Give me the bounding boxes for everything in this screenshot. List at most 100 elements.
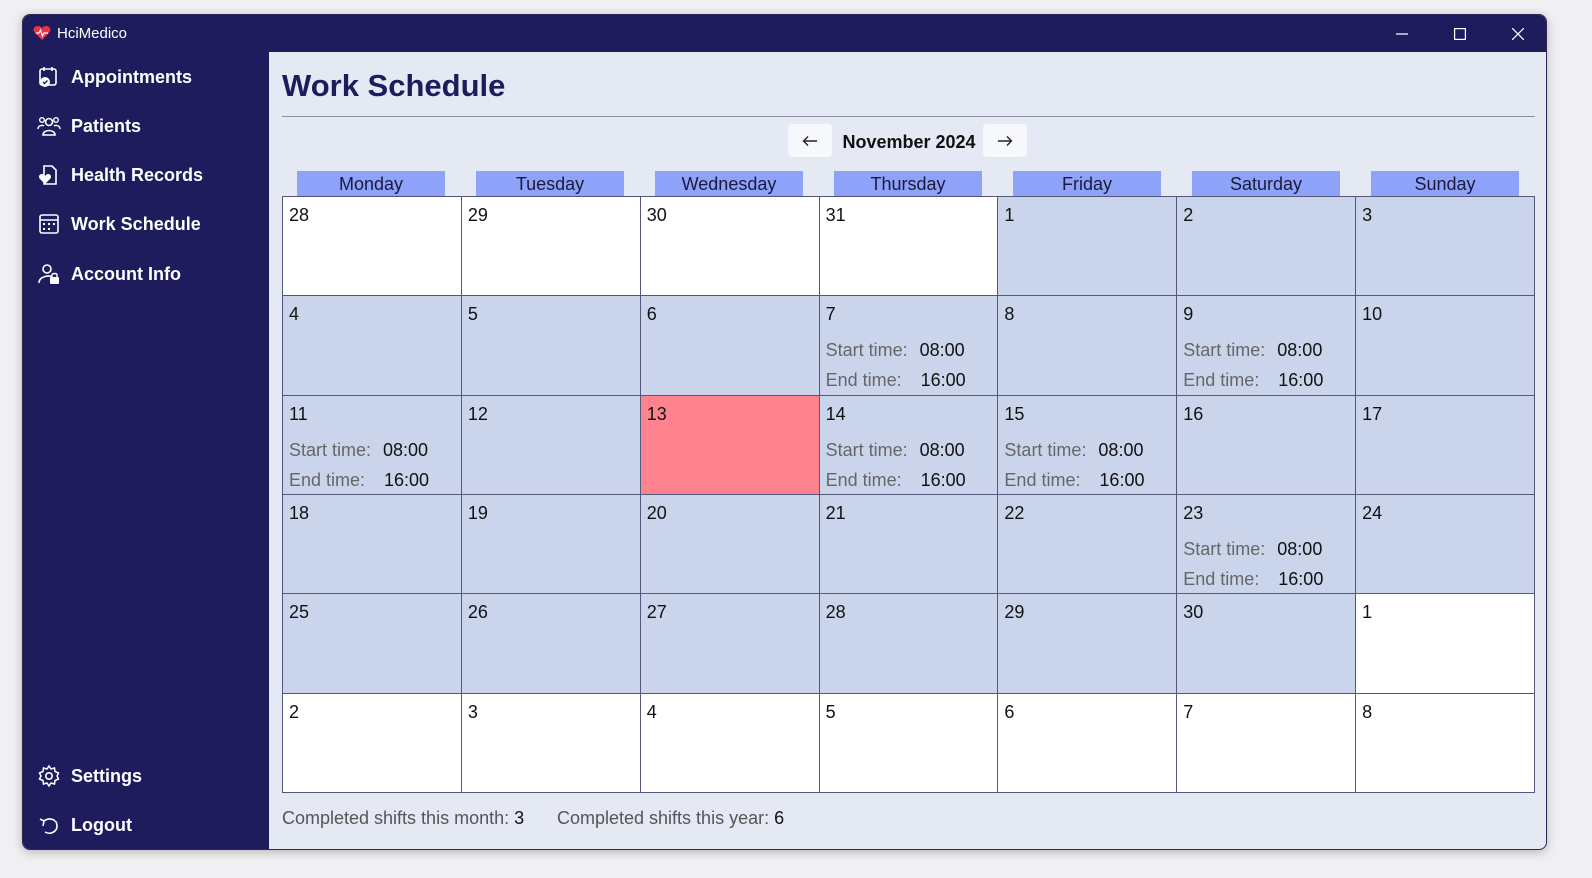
shift-start-label: Start time: <box>825 439 908 460</box>
calendar-day[interactable]: 29 <box>998 594 1178 694</box>
calendar-day[interactable]: 23 Start time: 08:00 End time: 16:00 <box>1177 495 1357 595</box>
shift-end-row: End time: 16:00 <box>826 470 996 491</box>
page-title: Work Schedule <box>282 68 506 103</box>
weekday-header: Wednesday <box>655 171 803 196</box>
shift-start-time: 08:00 <box>919 340 965 361</box>
calendar-day[interactable]: 2 <box>1177 197 1357 297</box>
shift-start-row: Start time: 08:00 <box>826 340 996 361</box>
calendar-day[interactable]: 2 <box>283 693 462 793</box>
calendar-day[interactable]: 26 <box>461 594 641 694</box>
calendar-day[interactable]: 27 <box>640 594 820 694</box>
day-number: 8 <box>1004 304 1015 325</box>
calendar-day[interactable]: 5 <box>819 693 999 793</box>
calendar-day[interactable]: 18 <box>283 495 462 595</box>
shift-start-label: Start time: <box>825 340 908 361</box>
calendar-day[interactable]: 8 <box>998 296 1178 396</box>
day-number: 21 <box>825 503 846 523</box>
calendar-day[interactable]: 9 Start time: 08:00 End time: 16:00 <box>1177 296 1357 396</box>
nav-settings[interactable]: Settings <box>23 756 269 796</box>
weekday-header: Friday <box>1013 171 1161 196</box>
day-number: 25 <box>289 602 310 623</box>
calendar-day[interactable]: 21 <box>819 495 999 595</box>
shift-start-row: Start time: 08:00 <box>826 440 996 461</box>
minimize-button[interactable] <box>1373 15 1431 52</box>
shift-end-row: End time: 16:00 <box>1183 569 1353 590</box>
calendar-day[interactable]: 6 <box>998 693 1178 793</box>
day-number: 13 <box>646 403 667 424</box>
calendar-day[interactable]: 29 <box>461 197 641 297</box>
calendar-day[interactable]: 20 <box>640 495 820 595</box>
day-number: 31 <box>825 205 846 225</box>
calendar-day[interactable]: 24 <box>1356 495 1535 595</box>
calendar-day[interactable]: 30 <box>640 197 820 297</box>
weekday-header: Sunday <box>1371 171 1519 196</box>
calendar-day[interactable]: 7 Start time: 08:00 End time: 16:00 <box>819 296 999 396</box>
calendar-day[interactable]: 11 Start time: 08:00 End time: 16:00 <box>283 395 462 495</box>
calendar-day[interactable]: 1 <box>1356 594 1535 694</box>
shift-start-time: 08:00 <box>1098 439 1144 460</box>
calendar-day[interactable]: 25 <box>283 594 462 694</box>
shift-end-label: End time: <box>825 370 902 391</box>
day-number: 16 <box>1183 403 1204 424</box>
day-number: 6 <box>1004 701 1015 722</box>
nav-health-records[interactable]: Health Records <box>23 155 269 195</box>
nav-account-info[interactable]: Account Info <box>23 254 269 294</box>
close-button[interactable] <box>1489 15 1546 52</box>
account-icon <box>38 264 59 284</box>
shift-end-row: End time: 16:00 <box>289 470 459 491</box>
calendar-day[interactable]: 22 <box>998 495 1178 595</box>
day-number: 22 <box>1004 503 1025 523</box>
app-title: HciMedico <box>57 25 128 42</box>
day-number: 26 <box>467 602 488 623</box>
calendar-day[interactable]: 5 <box>461 296 641 396</box>
shift-end-label: End time: <box>825 469 902 490</box>
nav-appointments[interactable]: Appointments <box>23 57 269 97</box>
calendar-day[interactable]: 16 <box>1177 395 1357 495</box>
day-number: 7 <box>825 304 836 325</box>
shift-start-row: Start time: 08:00 <box>1183 340 1353 361</box>
day-number: 23 <box>1183 503 1204 523</box>
calendar-day[interactable]: 30 <box>1177 594 1357 694</box>
nav-work-schedule[interactable]: Work Schedule <box>23 204 269 244</box>
shift-start-label: Start time: <box>1183 340 1266 361</box>
calendar-day[interactable]: 28 <box>819 594 999 694</box>
calendar-day[interactable]: 3 <box>1356 197 1535 297</box>
day-number: 11 <box>289 403 308 424</box>
main-content: Work Schedule November 2024 Monday Tuesda… <box>269 52 1546 849</box>
calendar-day-today[interactable]: 13 <box>640 395 820 495</box>
calendar-day[interactable]: 17 <box>1356 395 1535 495</box>
nav-patients[interactable]: Patients <box>23 106 269 146</box>
weekday-header: Tuesday <box>476 171 624 196</box>
nav-label: Account Info <box>71 264 181 284</box>
patients-icon <box>37 117 61 136</box>
shift-end-label: End time: <box>1183 370 1260 391</box>
day-number: 3 <box>467 701 478 722</box>
calendar-day[interactable]: 19 <box>461 495 641 595</box>
calendar-day[interactable]: 4 <box>640 693 820 793</box>
calendar-day[interactable]: 3 <box>461 693 641 793</box>
day-number: 20 <box>646 503 667 523</box>
calendar-day[interactable]: 31 <box>819 197 999 297</box>
calendar-day[interactable]: 12 <box>461 395 641 495</box>
calendar-day[interactable]: 14 Start time: 08:00 End time: 16:00 <box>819 395 999 495</box>
shift-end-time: 16:00 <box>1099 469 1145 490</box>
calendar-day[interactable]: 28 <box>283 197 462 297</box>
next-month-button[interactable] <box>983 124 1027 157</box>
calendar-day[interactable]: 7 <box>1177 693 1357 793</box>
maximize-button[interactable] <box>1431 15 1489 52</box>
calendar-day[interactable]: 4 <box>283 296 462 396</box>
calendar-day[interactable]: 10 <box>1356 296 1535 396</box>
calendar-day[interactable]: 6 <box>640 296 820 396</box>
day-number: 15 <box>1004 403 1025 424</box>
calendar-day[interactable]: 8 <box>1356 693 1535 793</box>
year-shift-label: Completed shifts this year: <box>557 808 770 828</box>
shift-start-row: Start time: 08:00 <box>1183 539 1353 560</box>
calendar-day[interactable]: 1 <box>998 197 1178 297</box>
weekday-header: Monday <box>297 171 445 196</box>
prev-month-button[interactable] <box>788 124 832 157</box>
calendar-day[interactable]: 15 Start time: 08:00 End time: 16:00 <box>998 395 1178 495</box>
day-number: 4 <box>646 701 657 722</box>
calendar-icon <box>39 214 59 234</box>
shift-end-time: 16:00 <box>920 370 966 391</box>
nav-logout[interactable]: Logout <box>23 805 269 845</box>
